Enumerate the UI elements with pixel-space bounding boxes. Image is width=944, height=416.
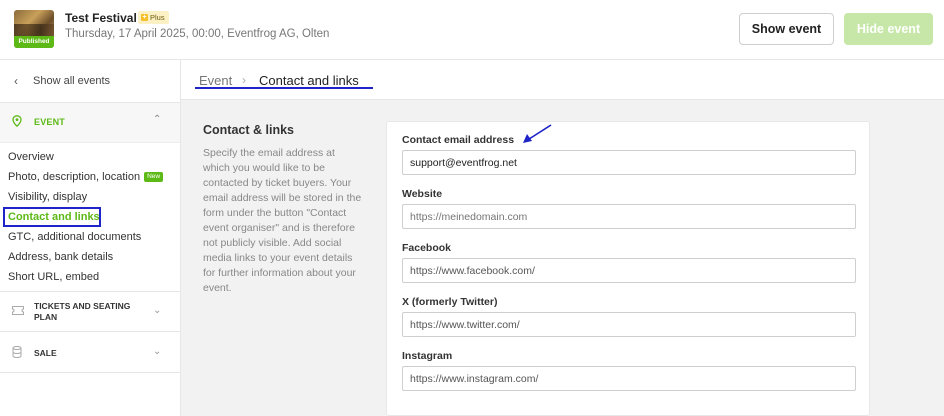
database-icon (12, 346, 22, 361)
show-event-button[interactable]: Show event (739, 13, 834, 45)
sidebar-item-gtc-documents[interactable]: GTC, additional documents (8, 231, 141, 243)
sidebar-item-overview[interactable]: Overview (8, 151, 54, 163)
website-field[interactable] (402, 204, 856, 229)
breadcrumb: Event › Contact and links (181, 60, 944, 100)
sidebar-item-visibility-display[interactable]: Visibility, display (8, 191, 87, 203)
breadcrumb-separator-icon: › (242, 73, 246, 87)
plus-icon: + (141, 14, 148, 21)
event-section-header[interactable]: EVENT ⌃ (0, 103, 180, 143)
highlight-annotation-box (3, 207, 101, 227)
contact-links-form: Contact email address Website Facebook X… (386, 121, 870, 416)
chevron-down-icon: ⌄ (153, 346, 162, 357)
instagram-field-label: Instagram (402, 350, 453, 362)
website-field-label: Website (402, 188, 443, 200)
sidebar-item-label: Short URL, embed (8, 271, 100, 283)
top-header: Published Test Festival + Plus Thursday,… (0, 0, 944, 60)
tickets-section-label-line1: TICKETS AND SEATING (34, 301, 131, 311)
tickets-section-header[interactable]: TICKETS AND SEATING PLAN ⌄ (0, 291, 180, 331)
event-title: Test Festival (65, 11, 137, 25)
chevron-left-icon: ‹ (14, 74, 18, 88)
facebook-field[interactable] (402, 258, 856, 283)
event-thumbnail[interactable]: Published (14, 10, 54, 48)
twitter-field-label: X (formerly Twitter) (402, 296, 498, 308)
section-title: Contact & links (203, 123, 294, 137)
sidebar-item-address-bank[interactable]: Address, bank details (8, 251, 113, 263)
breadcrumb-current: Contact and links (259, 73, 359, 88)
breadcrumb-event-link[interactable]: Event (199, 73, 232, 88)
show-all-events-label: Show all events (33, 75, 111, 87)
plus-badge: + Plus (138, 11, 169, 24)
breadcrumb-underline-annotation (195, 87, 373, 89)
email-field[interactable] (402, 150, 856, 175)
sidebar-item-label: Visibility, display (8, 191, 88, 203)
section-description: Specify the email address at which you w… (203, 147, 362, 294)
thumbnail-crowd (14, 24, 54, 36)
event-subtitle: Thursday, 17 April 2025, 00:00, Eventfro… (65, 28, 330, 40)
chevron-down-icon: ⌄ (153, 305, 162, 316)
new-badge: New (144, 172, 164, 183)
hide-event-button[interactable]: Hide event (844, 13, 933, 45)
tickets-section-label: TICKETS AND SEATING PLAN (34, 301, 130, 323)
chevron-up-icon: ⌃ (153, 114, 162, 125)
facebook-field-label: Facebook (402, 242, 452, 254)
location-pin-icon (12, 115, 22, 127)
event-section-label: EVENT (34, 117, 66, 127)
sidebar-item-label: GTC, additional documents (8, 231, 142, 243)
sidebar-item-photo-description-location[interactable]: Photo, description, location New (8, 171, 164, 183)
main-content: Event › Contact and links Contact & link… (181, 60, 944, 416)
sidebar-item-label: Overview (8, 151, 54, 163)
published-badge: Published (14, 36, 54, 48)
tickets-section-label-line2: PLAN (34, 312, 58, 322)
annotation-arrow-icon (523, 124, 552, 143)
plus-badge-label: Plus (150, 13, 165, 22)
sidebar-item-short-url-embed[interactable]: Short URL, embed (8, 271, 99, 283)
sidebar-item-label: Address, bank details (8, 251, 114, 263)
email-field-label: Contact email address (402, 134, 515, 146)
sale-section-header[interactable]: SALE ⌄ (0, 331, 180, 373)
ticket-icon (12, 306, 24, 318)
show-all-events-link[interactable]: ‹ Show all events (0, 60, 180, 103)
sidebar: ‹ Show all events EVENT ⌃ Overview Photo… (0, 60, 181, 416)
twitter-field[interactable] (402, 312, 856, 337)
sidebar-item-label: Photo, description, location (8, 171, 141, 183)
instagram-field[interactable] (402, 366, 856, 391)
sale-section-label: SALE (34, 348, 57, 358)
